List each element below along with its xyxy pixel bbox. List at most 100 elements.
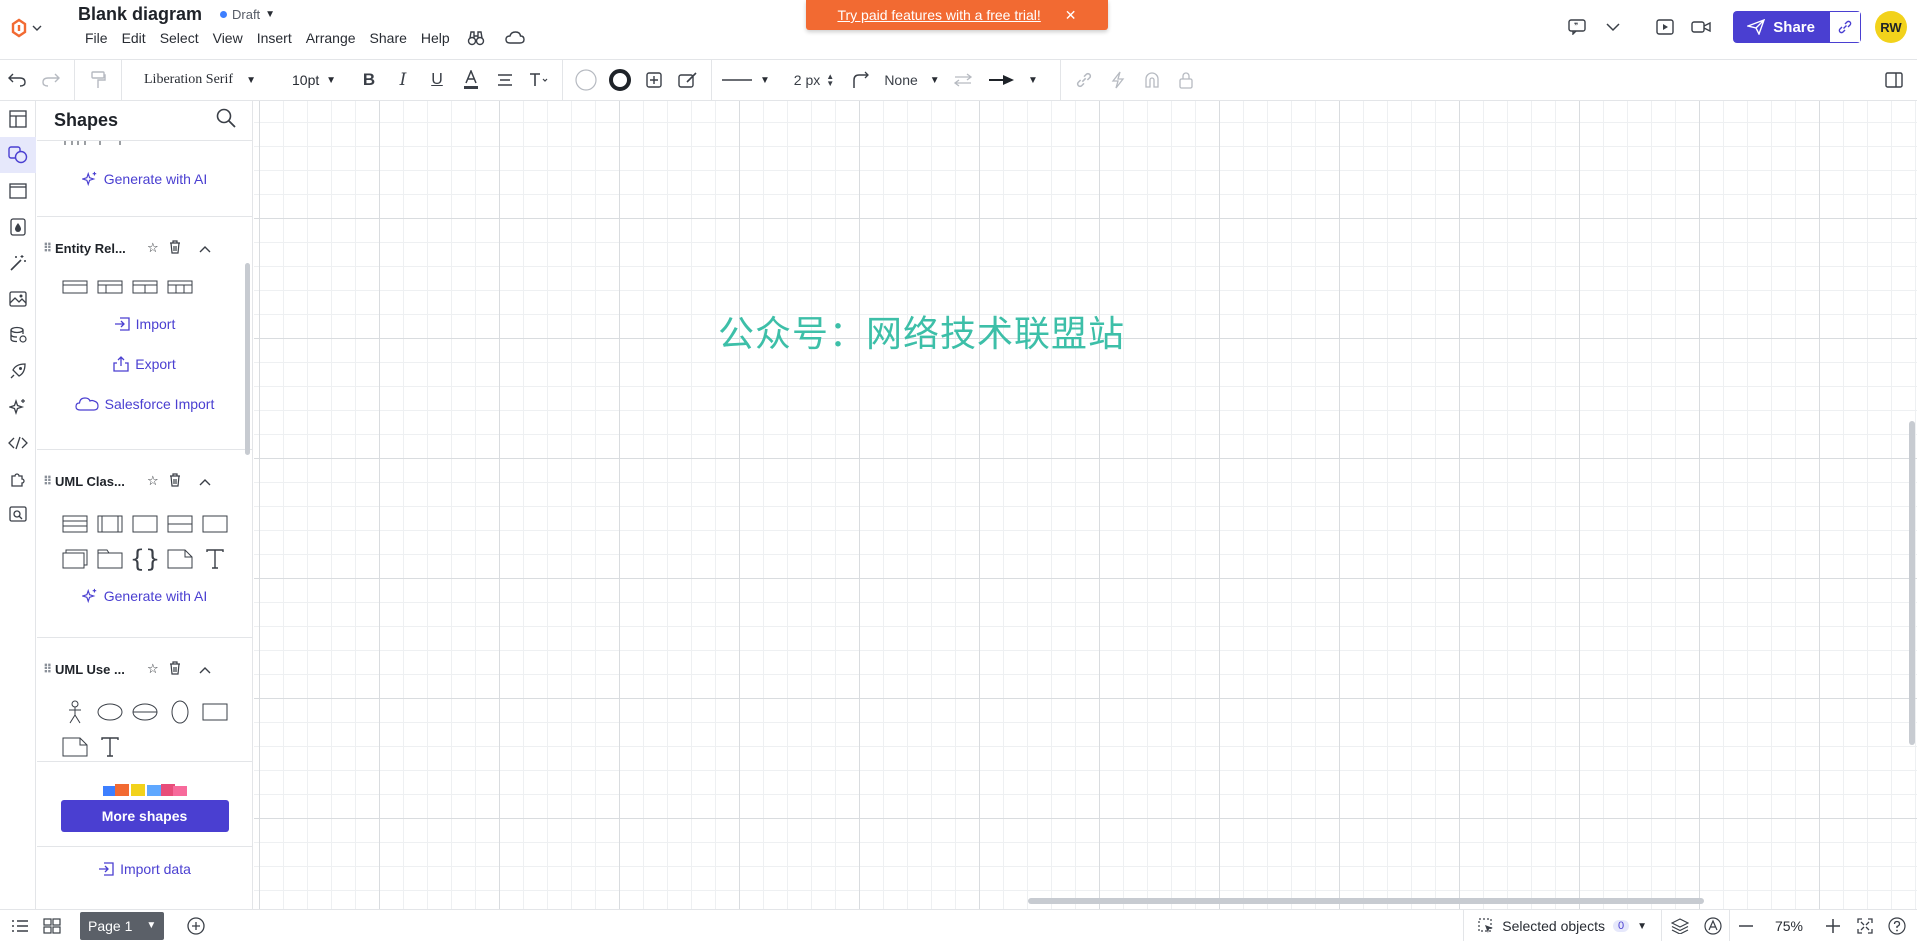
video-icon[interactable] bbox=[1683, 10, 1719, 44]
menu-insert[interactable]: Insert bbox=[250, 30, 299, 46]
fit-to-screen-icon[interactable] bbox=[1849, 910, 1881, 941]
copy-link-button[interactable] bbox=[1829, 11, 1861, 43]
generate-with-ai-link[interactable]: Generate with AI bbox=[37, 576, 252, 616]
magnet-icon[interactable] bbox=[1135, 63, 1169, 97]
rocket-icon[interactable] bbox=[0, 353, 36, 389]
zoom-level[interactable]: 75% bbox=[1761, 918, 1817, 934]
import-link[interactable]: Import bbox=[37, 304, 252, 344]
color-drop-icon[interactable] bbox=[0, 209, 36, 245]
code-icon[interactable] bbox=[0, 425, 36, 461]
ai-sparkle-icon[interactable] bbox=[0, 389, 36, 425]
entity-shape-icon[interactable] bbox=[61, 273, 89, 301]
shape-options-icon[interactable] bbox=[637, 63, 671, 97]
grid-view-icon[interactable] bbox=[36, 910, 68, 941]
comments-icon[interactable]: ❞ bbox=[1559, 10, 1595, 44]
redo-icon[interactable] bbox=[34, 63, 68, 97]
import-data-link[interactable]: Import data bbox=[37, 846, 252, 890]
navigate-icon[interactable] bbox=[1697, 910, 1729, 941]
class-shape-icon[interactable] bbox=[201, 510, 229, 538]
drag-handle-icon[interactable]: ⠿ bbox=[43, 241, 55, 255]
binoculars-icon[interactable] bbox=[457, 30, 495, 46]
image-icon[interactable] bbox=[0, 281, 36, 317]
align-text-icon[interactable] bbox=[488, 63, 522, 97]
frames-icon[interactable] bbox=[0, 173, 36, 209]
arrow-end-select[interactable] bbox=[980, 63, 1024, 97]
shapes-icon[interactable] bbox=[0, 137, 36, 173]
swap-endpoints-icon[interactable] bbox=[946, 63, 980, 97]
menu-select[interactable]: Select bbox=[153, 30, 206, 46]
actor-shape-icon[interactable] bbox=[61, 698, 89, 726]
caret-down-icon[interactable]: ▼ bbox=[146, 920, 156, 931]
line-style-select[interactable]: ▼ bbox=[718, 63, 774, 97]
section-header[interactable]: ⠿ UML Use ... ☆ bbox=[37, 652, 252, 686]
rectangle-shape-icon[interactable] bbox=[201, 698, 229, 726]
fill-color-icon[interactable] bbox=[569, 63, 603, 97]
class-shape-icon[interactable] bbox=[61, 510, 89, 538]
horizontal-scrollbar[interactable] bbox=[1028, 898, 1704, 904]
style-options-icon[interactable] bbox=[671, 63, 705, 97]
use-case-split-shape-icon[interactable] bbox=[131, 698, 159, 726]
draft-status[interactable]: Draft ▼ bbox=[220, 7, 275, 22]
plugin-icon[interactable] bbox=[0, 461, 36, 497]
diagram-canvas[interactable]: 公众号：网络技术联盟站 bbox=[254, 101, 1917, 909]
lock-icon[interactable] bbox=[1169, 63, 1203, 97]
lightning-icon[interactable] bbox=[1101, 63, 1135, 97]
cloud-save-icon[interactable] bbox=[495, 30, 535, 46]
collapse-icon[interactable] bbox=[199, 241, 211, 256]
share-button[interactable]: Share bbox=[1733, 11, 1829, 43]
close-icon[interactable]: ✕ bbox=[1065, 7, 1077, 24]
class-shape-icon[interactable] bbox=[96, 510, 124, 538]
package-shape-icon[interactable] bbox=[96, 545, 124, 573]
data-icon[interactable] bbox=[0, 317, 36, 353]
note-shape-icon[interactable] bbox=[166, 545, 194, 573]
italic-icon[interactable]: I bbox=[386, 63, 420, 97]
font-size-select[interactable]: 10pt ▼ bbox=[284, 72, 344, 88]
panel-toggle-icon[interactable] bbox=[1877, 63, 1911, 97]
endpoint-select[interactable]: None ▼ bbox=[878, 63, 946, 97]
drag-handle-icon[interactable]: ⠿ bbox=[43, 474, 55, 488]
text-shape-icon[interactable] bbox=[96, 733, 124, 761]
selected-objects[interactable]: Selected objects 0 ▼ bbox=[1463, 910, 1661, 941]
ellipse-shape-icon[interactable] bbox=[166, 698, 194, 726]
menu-share[interactable]: Share bbox=[363, 30, 414, 46]
caret-down-icon[interactable]: ▼ bbox=[1028, 75, 1038, 86]
app-logo[interactable] bbox=[10, 15, 50, 41]
star-icon[interactable]: ☆ bbox=[147, 661, 159, 677]
format-painter-icon[interactable] bbox=[81, 63, 115, 97]
panel-scrollbar[interactable] bbox=[245, 263, 250, 455]
star-icon[interactable]: ☆ bbox=[147, 240, 159, 256]
line-color-icon[interactable] bbox=[603, 63, 637, 97]
section-header[interactable]: ⠿ Entity Rel... ☆ bbox=[37, 231, 252, 265]
braces-shape-icon[interactable]: {} bbox=[130, 545, 161, 573]
undo-icon[interactable] bbox=[0, 63, 34, 97]
table-shape-icon[interactable] bbox=[96, 141, 124, 145]
avatar[interactable]: RW bbox=[1875, 11, 1907, 43]
trash-icon[interactable] bbox=[169, 239, 181, 257]
menu-edit[interactable]: Edit bbox=[115, 30, 153, 46]
search-icon[interactable] bbox=[216, 108, 236, 133]
star-icon[interactable]: ☆ bbox=[147, 473, 159, 489]
bold-icon[interactable]: B bbox=[352, 63, 386, 97]
image-search-icon[interactable] bbox=[0, 497, 36, 533]
list-view-icon[interactable] bbox=[4, 910, 36, 941]
layers-icon[interactable] bbox=[1661, 910, 1697, 941]
class-shape-icon[interactable] bbox=[166, 510, 194, 538]
entity-shape-icon[interactable] bbox=[96, 273, 124, 301]
menu-view[interactable]: View bbox=[206, 30, 250, 46]
entity-shape-icon[interactable] bbox=[131, 273, 159, 301]
entity-shape-icon[interactable] bbox=[166, 273, 194, 301]
class-shape-icon[interactable] bbox=[131, 510, 159, 538]
table-shape-icon[interactable] bbox=[61, 141, 89, 145]
document-title[interactable]: Blank diagram bbox=[78, 4, 202, 25]
use-case-shape-icon[interactable] bbox=[96, 698, 124, 726]
magic-wand-icon[interactable] bbox=[0, 245, 36, 281]
drag-handle-icon[interactable]: ⠿ bbox=[43, 662, 55, 676]
tab-page-1[interactable]: Page 1 ▼ bbox=[80, 911, 165, 940]
text-color-icon[interactable] bbox=[454, 63, 488, 97]
component-shape-icon[interactable] bbox=[61, 545, 89, 573]
salesforce-import-link[interactable]: Salesforce Import bbox=[37, 384, 252, 424]
add-page-icon[interactable] bbox=[180, 910, 212, 941]
font-family-select[interactable]: Liberation Serif ▼ bbox=[128, 72, 268, 88]
text-options-icon[interactable] bbox=[522, 63, 556, 97]
collapse-icon[interactable] bbox=[199, 662, 211, 677]
